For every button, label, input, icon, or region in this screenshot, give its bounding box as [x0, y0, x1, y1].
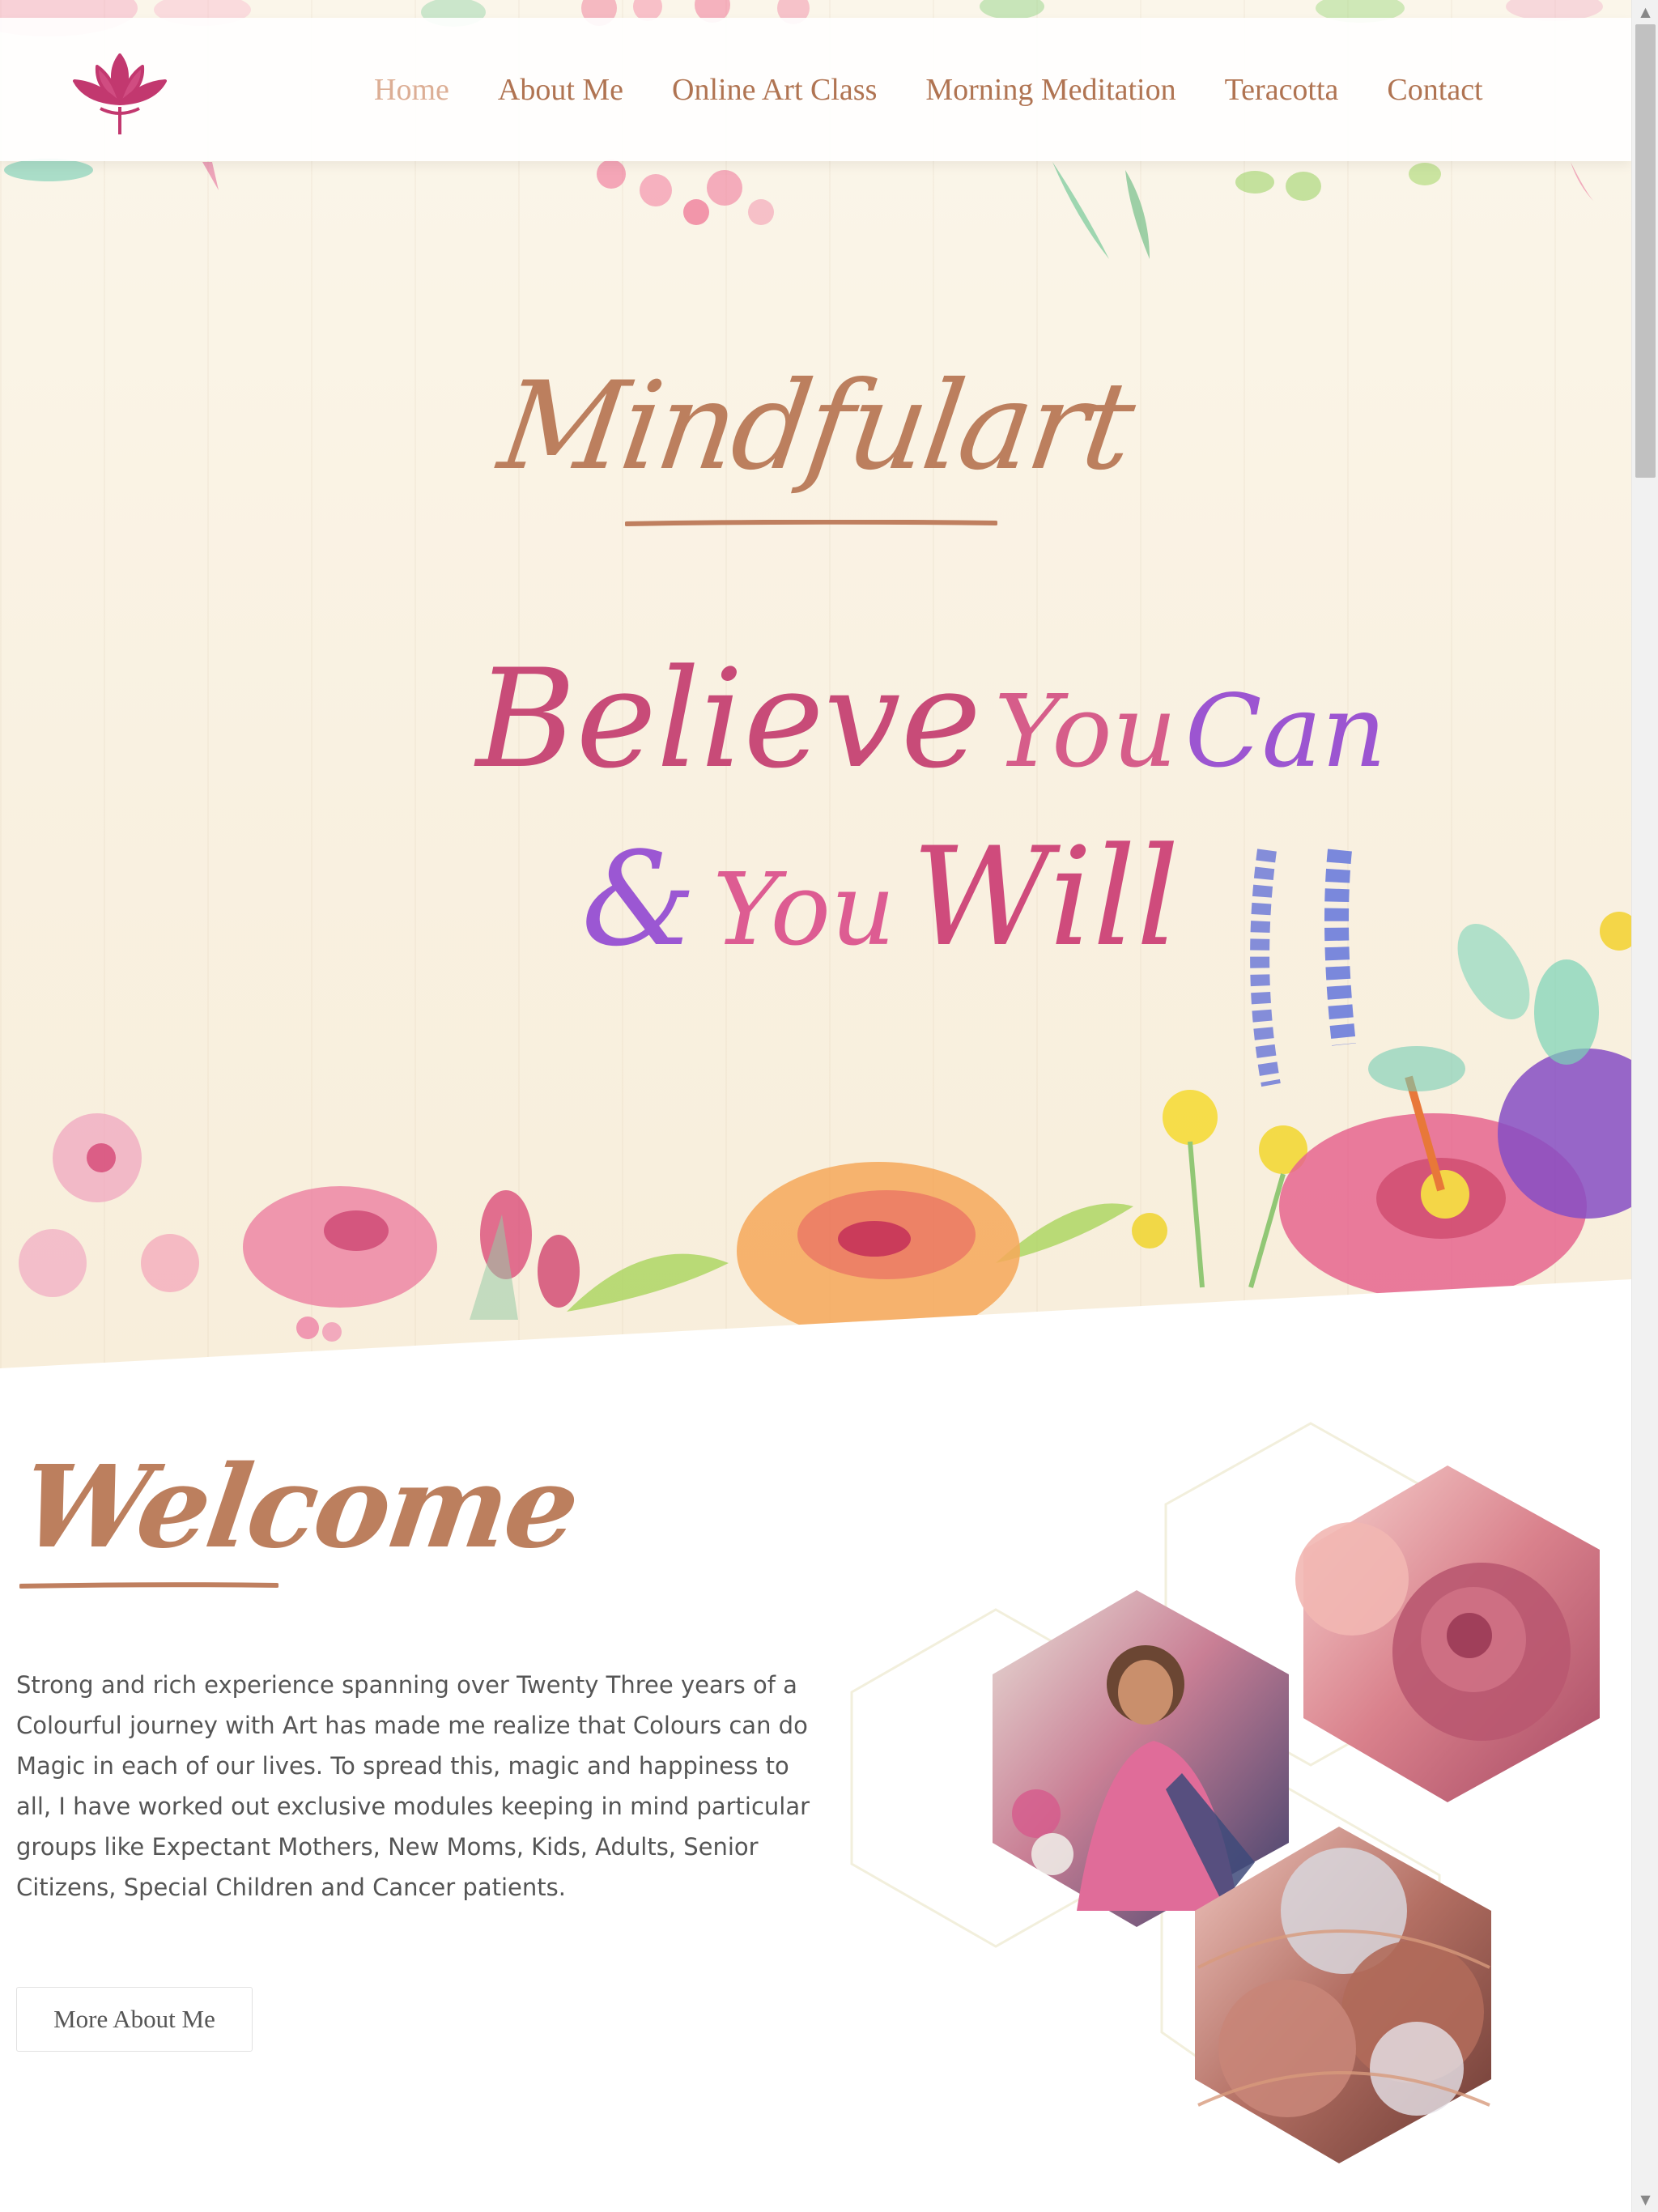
- nav-morning-meditation[interactable]: Morning Meditation: [925, 72, 1175, 108]
- quote-you: You: [994, 674, 1177, 790]
- welcome-underline: [19, 1582, 278, 1589]
- brand-title: Mindfulart: [491, 356, 1140, 497]
- portrait-photo: [993, 1590, 1289, 1927]
- quote-will: Will: [912, 818, 1180, 976]
- scroll-up-arrow-icon[interactable]: ▲: [1632, 0, 1658, 24]
- scrollbar-thumb[interactable]: [1635, 24, 1656, 478]
- nav-home[interactable]: Home: [374, 72, 449, 108]
- welcome-paragraph: Strong and rich experience spanning over…: [16, 1671, 810, 1901]
- vertical-scrollbar[interactable]: ▲ ▼: [1631, 0, 1658, 2212]
- brand-underline: [625, 520, 997, 526]
- nav-contact[interactable]: Contact: [1387, 72, 1482, 108]
- nav-online-art-class[interactable]: Online Art Class: [672, 72, 877, 108]
- quote-ampersand: &: [581, 823, 697, 975]
- hero-quote-line-2: & You Will: [581, 818, 1180, 976]
- main-nav: Home About Me Online Art Class Morning M…: [374, 18, 1483, 161]
- hero-banner: Mindfulart Believe YouCan & You Will: [0, 0, 1631, 1368]
- top-navbar: Home About Me Online Art Class Morning M…: [0, 18, 1631, 161]
- nav-about-me[interactable]: About Me: [498, 72, 623, 108]
- quote-you-2: You: [712, 852, 896, 968]
- nav-teracotta[interactable]: Teracotta: [1225, 72, 1339, 108]
- lotus-icon[interactable]: [70, 49, 170, 138]
- rose-photo: [1295, 1465, 1600, 1802]
- quote-believe: Believe: [476, 640, 982, 798]
- scroll-down-arrow-icon[interactable]: ▼: [1632, 2188, 1658, 2212]
- hexagon-photo-gallery: [850, 1422, 1600, 2163]
- hero-quote-line-1: Believe YouCan: [476, 640, 1386, 798]
- more-about-me-button[interactable]: More About Me: [16, 1987, 253, 2052]
- welcome-title: Welcome: [13, 1441, 585, 1574]
- quote-can: Can: [1184, 674, 1387, 790]
